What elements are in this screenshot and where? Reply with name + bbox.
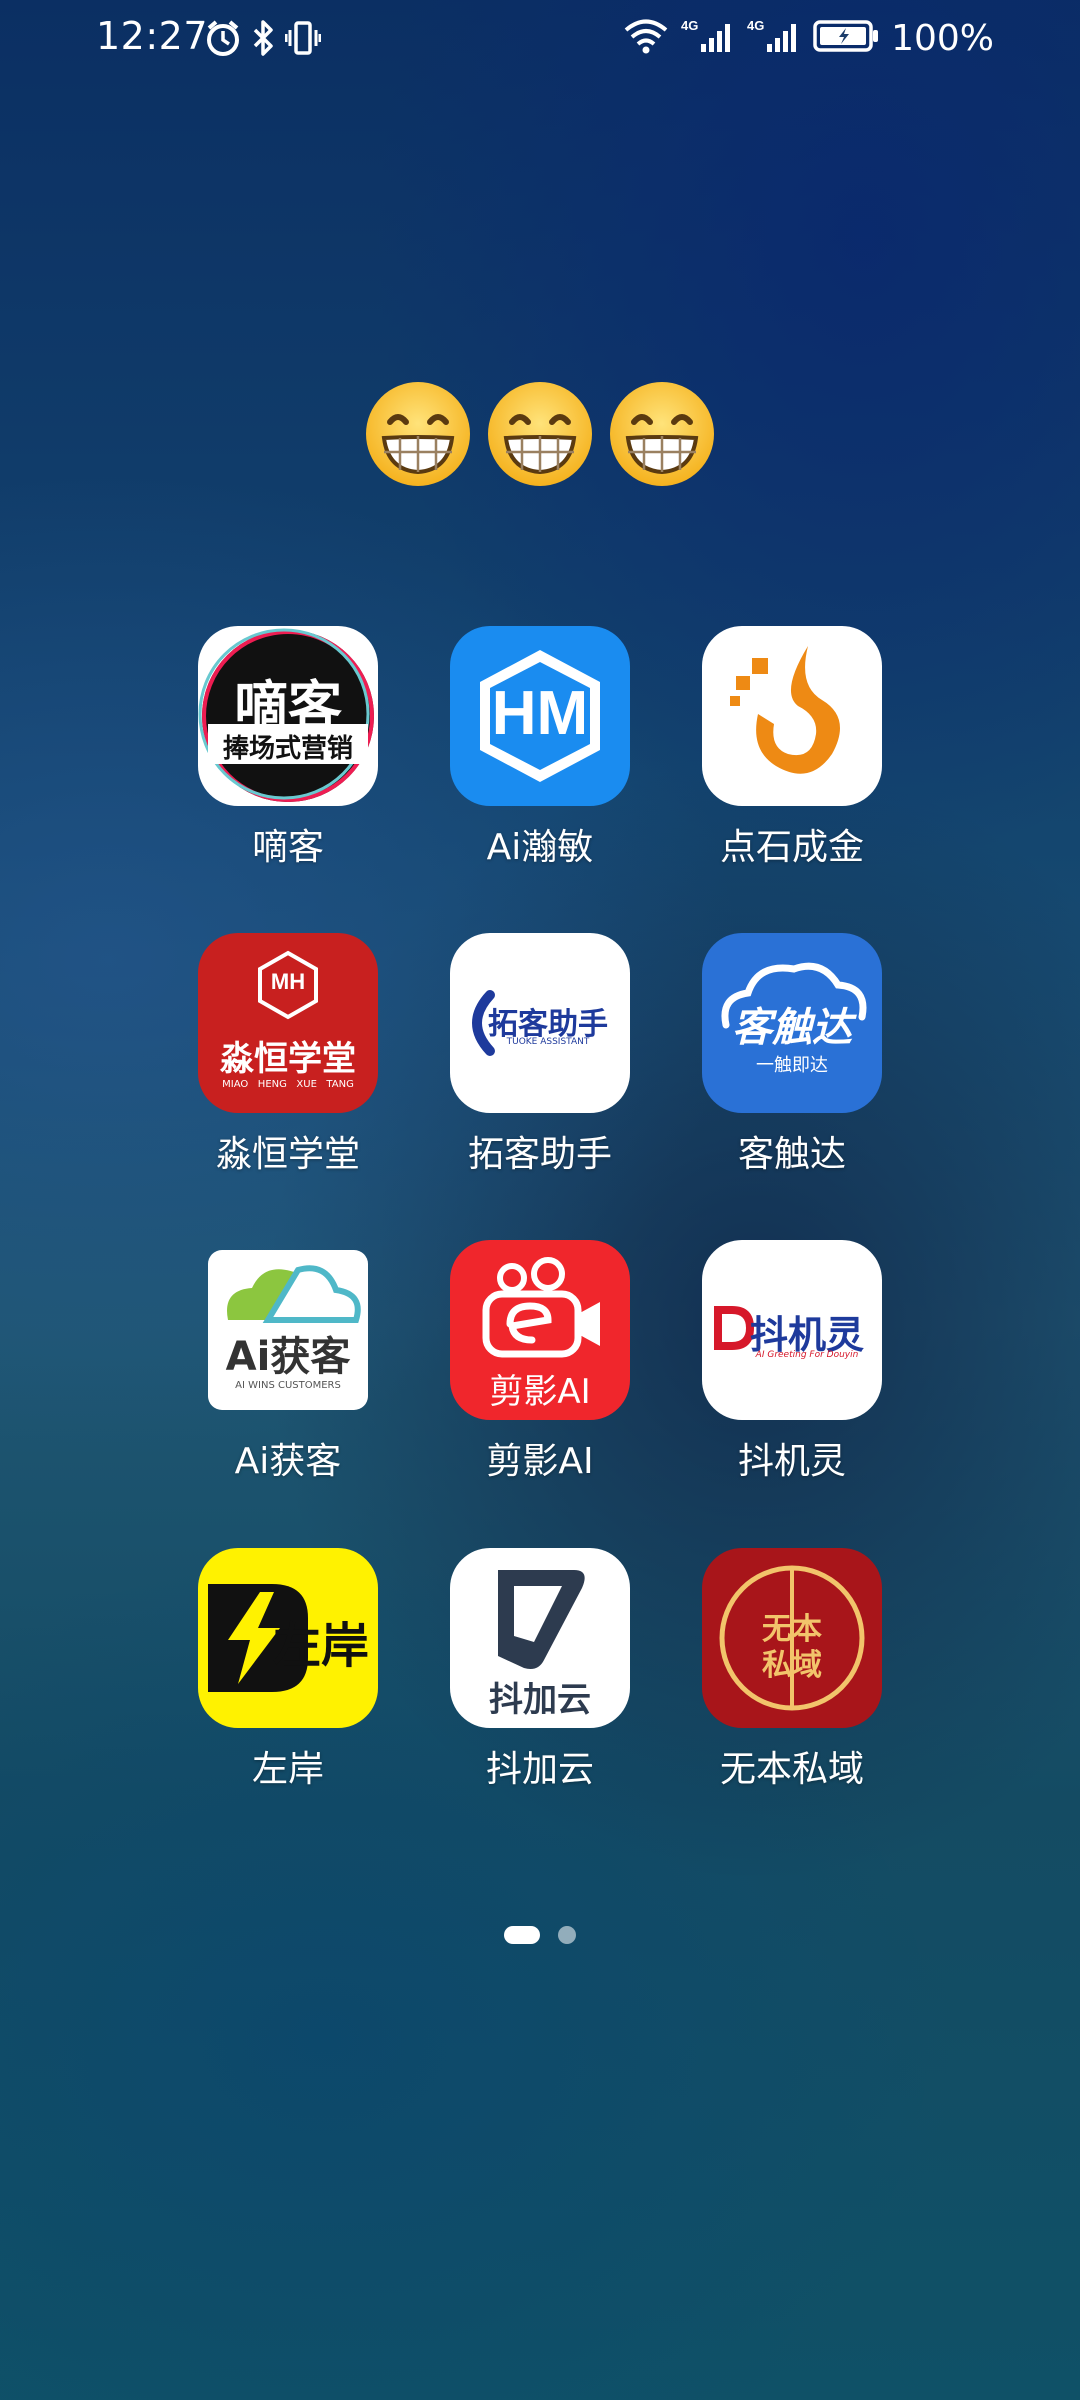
page-dot[interactable] <box>558 1926 576 1944</box>
zuoan-icon-title: 左岸 <box>272 1618 369 1674</box>
status-bar: 12:27 4G 4G 100% <box>0 0 1080 80</box>
app-label: Ai获客 <box>234 1441 342 1482</box>
app-label: 拓客助手 <box>467 1134 612 1175</box>
hook-app-icon <box>702 626 882 806</box>
app-ai-hanmin[interactable]: HM Ai瀚敏 <box>430 626 650 870</box>
ai-huoke-app-icon: Ai获客 AI WINS CUSTOMERS <box>198 1240 378 1420</box>
app-label: Ai瀚敏 <box>486 827 594 868</box>
app-label: 点石成金 <box>719 827 864 868</box>
doujiayun-icon-title: 抖加云 <box>489 1680 591 1720</box>
wifi-icon <box>623 16 669 60</box>
diké-icon-subtitle: 捧场式营销 <box>222 734 353 764</box>
app-dianshi-chengjin[interactable]: 点石成金 <box>682 626 902 870</box>
battery-percentage: 100% <box>891 17 994 59</box>
ai-huoke-icon-subtitle: AI WINS CUSTOMERS <box>235 1380 341 1391</box>
emoji-text-widget <box>0 378 1080 490</box>
tuoke-app-icon: 拓客助手 TUOKE ASSISTANT <box>450 933 630 1113</box>
page-indicator[interactable] <box>0 1926 1080 1944</box>
app-label: 淼恒学堂 <box>215 1134 360 1175</box>
app-label: 嘀客 <box>251 827 324 868</box>
miaoheng-icon-title: 淼恒学堂 <box>220 1039 356 1079</box>
mh-badge: MH <box>270 969 306 994</box>
battery-icon <box>813 16 879 60</box>
status-time: 12:27 <box>96 14 209 58</box>
doujiling-app-icon: 抖机灵 AI Greeting For Douyin <box>702 1240 882 1420</box>
app-jianying-ai[interactable]: 剪影AI 剪影AI <box>430 1240 650 1484</box>
grinning-face-icon <box>610 382 714 486</box>
app-wuben-siyu[interactable]: 无本 私域 无本私域 <box>682 1548 902 1792</box>
app-ai-huoke[interactable]: Ai获客 AI WINS CUSTOMERS Ai获客 <box>178 1240 398 1484</box>
app-kechuda[interactable]: 客触达 一触即达 客触达 <box>682 933 902 1177</box>
signal-icon: 4G <box>681 16 735 60</box>
ai-huoke-icon-title: Ai获客 <box>225 1334 351 1380</box>
tuoke-icon-subtitle: TUOKE ASSISTANT <box>506 1037 590 1047</box>
app-doujiling[interactable]: 抖机灵 AI Greeting For Douyin 抖机灵 <box>682 1240 902 1484</box>
app-miaoheng-xuetang[interactable]: MH 淼恒学堂 MIAO HENG XUE TANG 淼恒学堂 <box>178 933 398 1177</box>
app-label: 抖机灵 <box>737 1441 846 1482</box>
wuben-app-icon: 无本 私域 <box>702 1548 882 1728</box>
jianying-app-icon: 剪影AI <box>450 1240 630 1420</box>
app-label: 客触达 <box>737 1134 846 1175</box>
network-type-label: 4G <box>681 18 698 33</box>
app-zuoan[interactable]: 左岸 左岸 <box>178 1548 398 1792</box>
miaoheng-icon-subtitle: MIAO HENG XUE TANG <box>222 1079 354 1090</box>
app-doujiayun[interactable]: 抖加云 抖加云 <box>430 1548 650 1792</box>
app-label: 抖加云 <box>485 1749 594 1790</box>
kechuda-icon-subtitle: 一触即达 <box>756 1055 828 1076</box>
hm-app-icon: HM <box>450 626 630 806</box>
grinning-face-icon <box>366 382 470 486</box>
app-label: 左岸 <box>251 1749 324 1790</box>
doujiayun-app-icon: 抖加云 <box>450 1548 630 1728</box>
app-label: 剪影AI <box>486 1441 594 1482</box>
zuoan-app-icon: 左岸 <box>198 1548 378 1728</box>
vibrate-icon <box>284 18 322 62</box>
app-diké[interactable]: 嘀客 捧场式营销 嘀客 <box>178 626 398 870</box>
hm-icon-title: HM <box>491 679 589 748</box>
app-tuoke-zhushou[interactable]: 拓客助手 TUOKE ASSISTANT 拓客助手 <box>430 933 650 1177</box>
wuben-icon-title2: 私域 <box>762 1648 822 1683</box>
network-type-label: 4G <box>747 18 764 33</box>
doujiling-icon-subtitle: AI Greeting For Douyin <box>755 1350 859 1360</box>
kechuda-app-icon: 客触达 一触即达 <box>702 933 882 1113</box>
signal-icon: 4G <box>747 16 801 60</box>
kechuda-icon-title: 客触达 <box>732 1005 852 1051</box>
app-label: 无本私域 <box>719 1749 864 1790</box>
bluetooth-icon <box>251 18 275 62</box>
miaoheng-app-icon: MH 淼恒学堂 MIAO HENG XUE TANG <box>198 933 378 1113</box>
alarm-icon <box>205 18 241 62</box>
page-dot-active[interactable] <box>504 1926 540 1944</box>
grinning-face-icon <box>488 382 592 486</box>
diké-app-icon: 嘀客 捧场式营销 <box>198 626 378 806</box>
jianying-icon-title: 剪影AI <box>489 1372 591 1412</box>
